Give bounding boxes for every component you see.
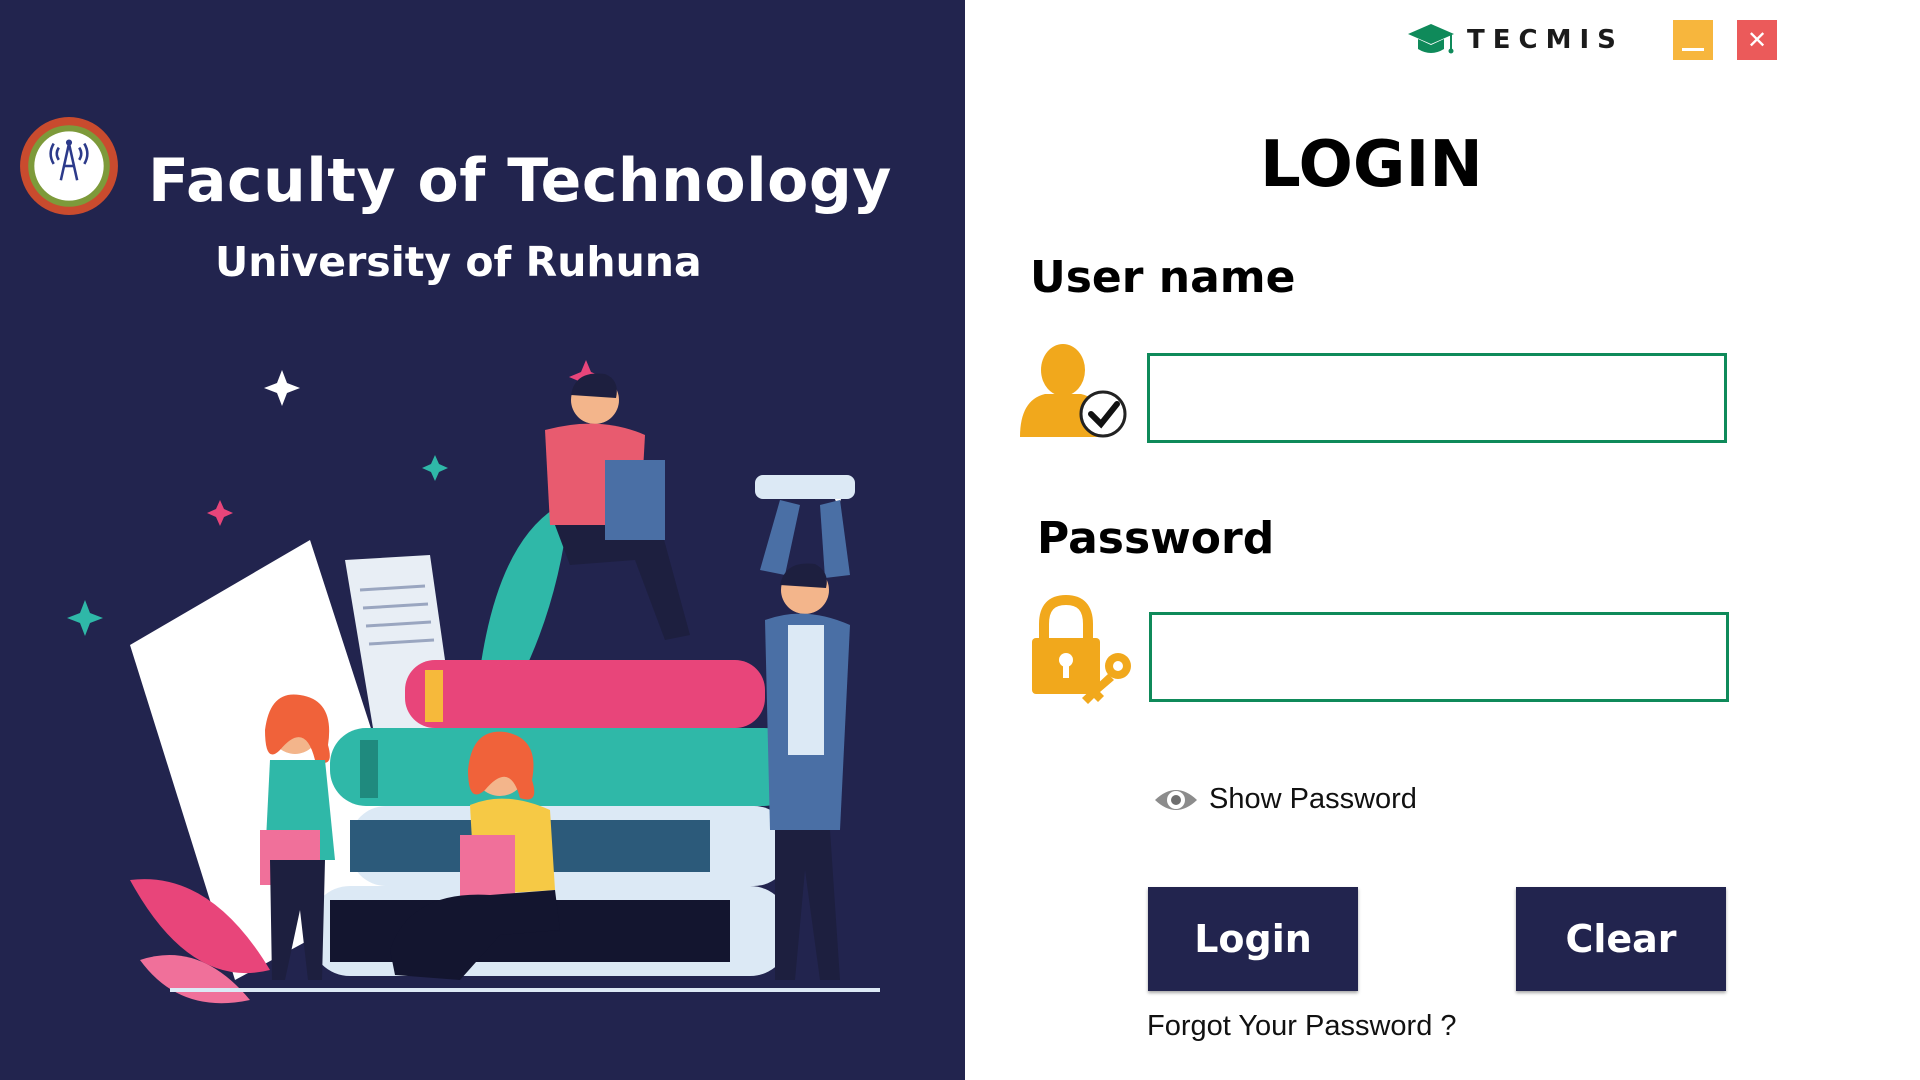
login-button[interactable]: Login: [1148, 887, 1358, 991]
user-check-icon: [1020, 344, 1127, 438]
show-password-label: Show Password: [1209, 783, 1417, 815]
minimize-button[interactable]: [1673, 20, 1713, 60]
university-name: University of Ruhuna: [215, 238, 702, 286]
show-password-toggle[interactable]: Show Password: [1153, 783, 1417, 816]
minimize-icon: [1682, 47, 1704, 51]
lock-key-icon: [1032, 594, 1131, 704]
clear-button[interactable]: Clear: [1516, 887, 1726, 991]
branding-panel: Faculty of Technology University of Ruhu…: [0, 0, 965, 1080]
forgot-password-link[interactable]: Forgot Your Password ?: [1147, 1010, 1457, 1043]
faculty-title: Faculty of Technology: [148, 146, 892, 216]
password-label: Password: [1037, 513, 1275, 564]
brand: TECMIS: [1407, 22, 1624, 58]
login-heading: LOGIN: [1260, 128, 1483, 202]
close-button[interactable]: ✕: [1737, 20, 1777, 60]
students-reading-illustration: [67, 360, 880, 1004]
faculty-seal-icon: [20, 117, 118, 215]
graduation-cap-icon: [1408, 24, 1454, 54]
close-icon: ✕: [1746, 26, 1768, 54]
username-input[interactable]: [1147, 353, 1727, 443]
password-input[interactable]: [1149, 612, 1729, 702]
eye-icon: [1155, 789, 1197, 810]
username-label: User name: [1030, 252, 1296, 303]
brand-name: TECMIS: [1467, 25, 1624, 55]
